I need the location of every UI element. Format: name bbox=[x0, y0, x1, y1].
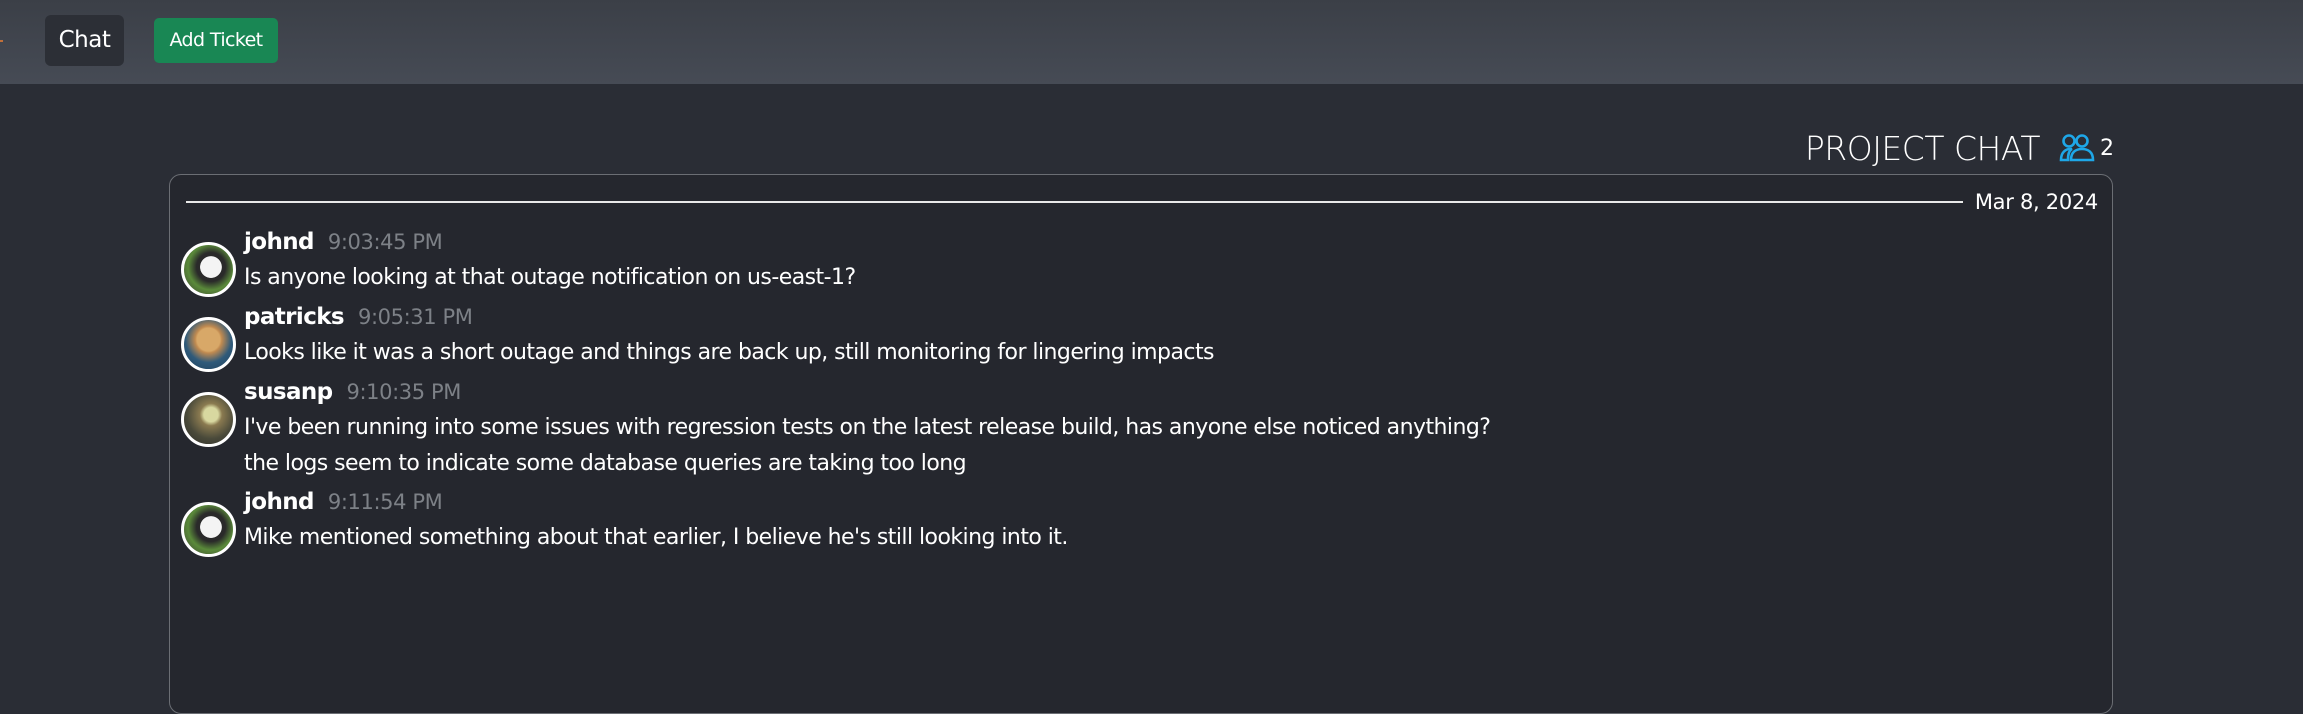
message-timestamp: 9:05:31 PM bbox=[358, 305, 473, 329]
page-title: PROJECT CHAT bbox=[1804, 128, 2041, 168]
message-text: Mike mentioned something about that earl… bbox=[244, 525, 1068, 550]
date-label: Mar 8, 2024 bbox=[1974, 190, 2098, 214]
members-count: 2 bbox=[2100, 135, 2114, 161]
people-icon bbox=[2058, 133, 2096, 163]
message-text: I've been running into some issues with … bbox=[244, 415, 1491, 440]
message-username[interactable]: patricks bbox=[244, 304, 345, 330]
chat-button[interactable]: Chat bbox=[45, 15, 124, 66]
avatar[interactable] bbox=[181, 317, 236, 372]
chat-messages-panel[interactable]: Mar 8, 2024 johnd 9:03:45 PM Is anyone l… bbox=[169, 174, 2113, 714]
message-text: Looks like it was a short outage and thi… bbox=[244, 340, 1214, 365]
message-timestamp: 9:03:45 PM bbox=[327, 230, 443, 254]
message-username[interactable]: johnd bbox=[244, 489, 315, 515]
message-username[interactable]: johnd bbox=[244, 229, 315, 255]
date-divider: Mar 8, 2024 bbox=[186, 187, 2098, 217]
avatar[interactable] bbox=[181, 392, 236, 447]
message-username[interactable]: susanp bbox=[244, 379, 333, 405]
message-text: the logs seem to indicate some database … bbox=[244, 451, 967, 476]
navbar-edge-mark bbox=[0, 40, 3, 42]
chat-header: PROJECT CHAT 2 bbox=[1805, 128, 2114, 168]
add-ticket-button[interactable]: Add Ticket bbox=[154, 18, 278, 63]
top-navbar: Chat Add Ticket bbox=[0, 0, 2303, 84]
avatar[interactable] bbox=[181, 502, 236, 557]
members-indicator[interactable]: 2 bbox=[2058, 133, 2114, 163]
message-timestamp: 9:10:35 PM bbox=[346, 380, 462, 404]
message-text: Is anyone looking at that outage notific… bbox=[244, 265, 856, 290]
message-timestamp: 9:11:54 PM bbox=[327, 490, 443, 514]
divider-line bbox=[186, 201, 1963, 203]
avatar[interactable] bbox=[181, 242, 236, 297]
